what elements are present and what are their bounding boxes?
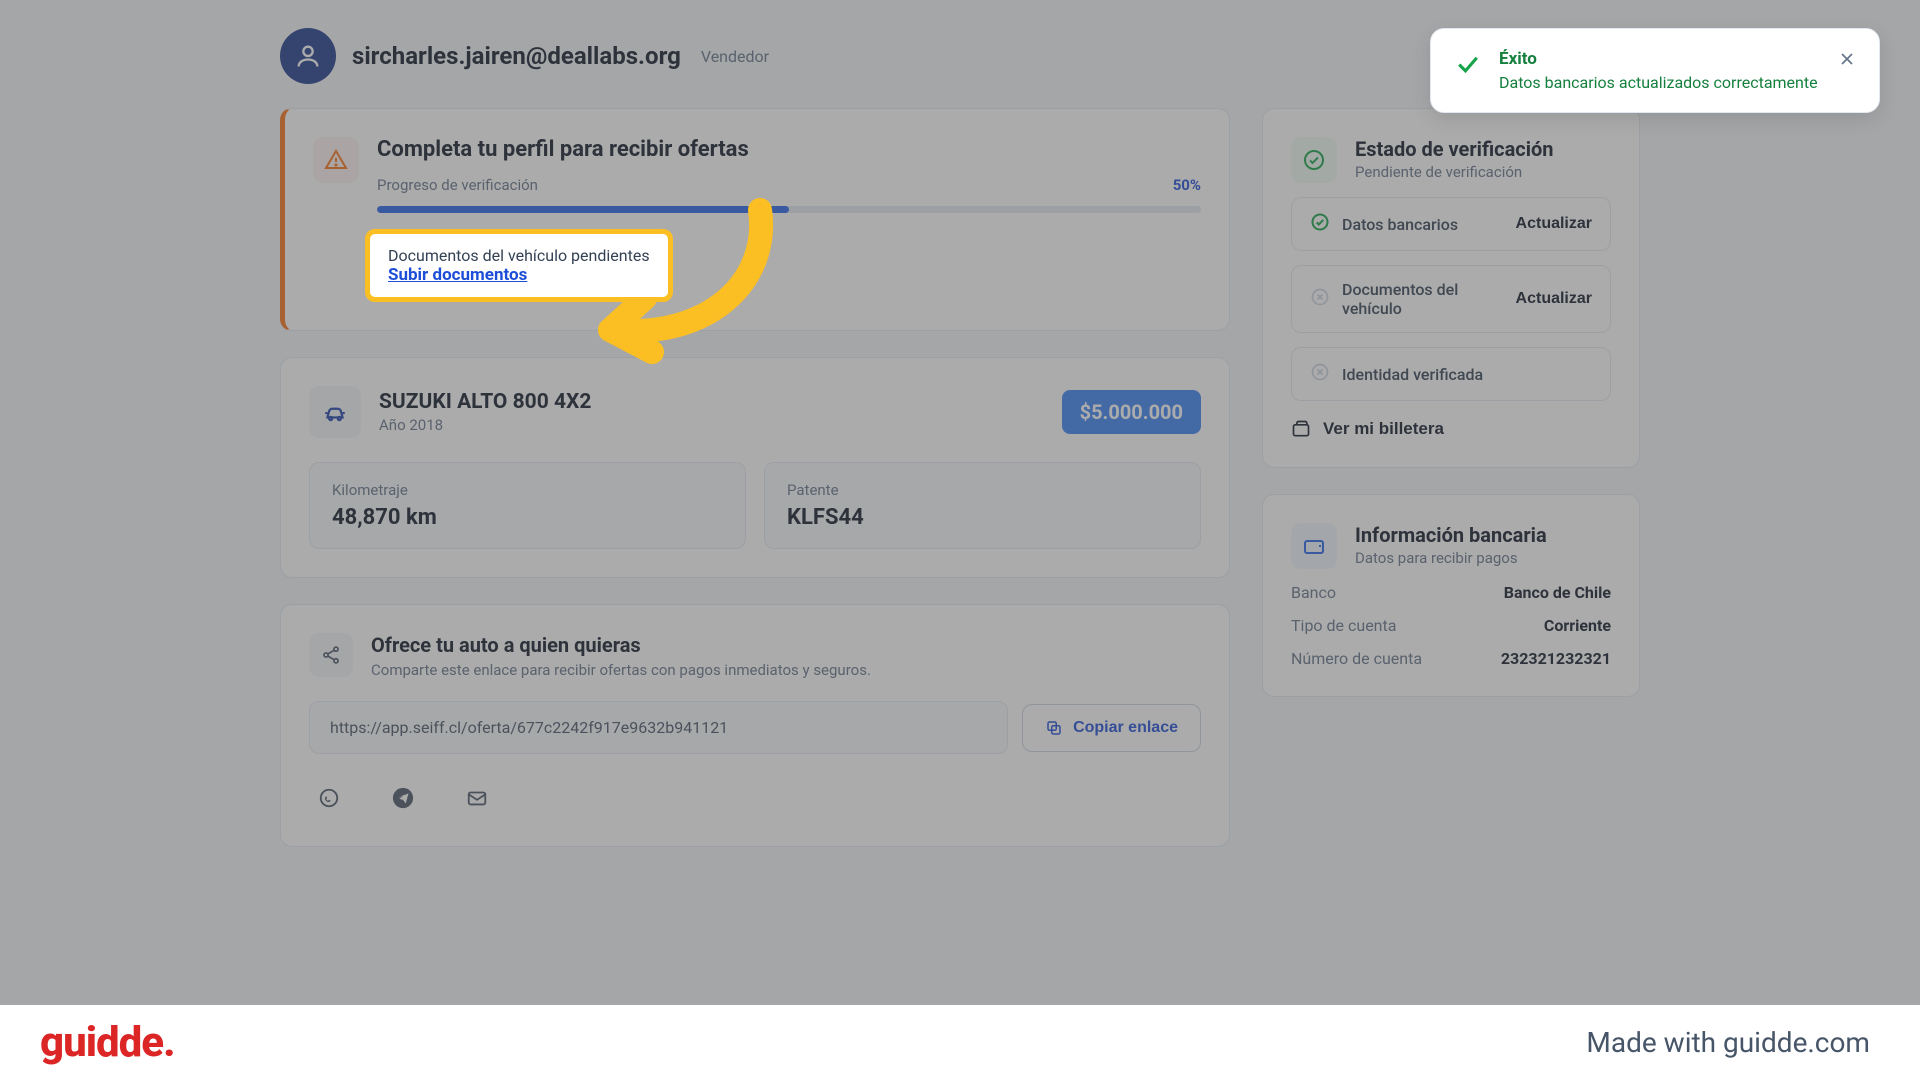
copy-link-button[interactable]: Copiar enlace	[1022, 704, 1201, 752]
bank-label: Tipo de cuenta	[1291, 616, 1396, 635]
footer-made-with: Made with guidde.com	[1586, 1026, 1870, 1059]
header-role: Vendedor	[701, 47, 769, 66]
wallet-link[interactable]: Ver mi billetera	[1291, 419, 1444, 439]
copy-label: Copiar enlace	[1073, 719, 1178, 737]
stat-kilometraje: Kilometraje 48,870 km	[309, 462, 746, 549]
toast-close-button[interactable]	[1837, 49, 1857, 72]
verification-item-label: Datos bancarios	[1342, 215, 1458, 234]
toast-message: Datos bancarios actualizados correctamen…	[1499, 73, 1821, 92]
update-button[interactable]: Actualizar	[1516, 215, 1592, 233]
bank-value: Banco de Chile	[1504, 583, 1611, 602]
toast-title: Éxito	[1499, 49, 1821, 69]
progress-pct: 50%	[1173, 176, 1201, 194]
verification-subtitle: Pendiente de verificación	[1355, 163, 1554, 181]
bank-row: Banco Banco de Chile	[1291, 583, 1611, 602]
bank-value: 232321232321	[1501, 649, 1611, 668]
close-icon	[1837, 49, 1857, 69]
share-icon	[309, 633, 353, 677]
bank-label: Número de cuenta	[1291, 649, 1422, 668]
circle-x-icon	[1310, 362, 1330, 386]
bank-value: Corriente	[1544, 616, 1611, 635]
wallet-label: Ver mi billetera	[1323, 419, 1444, 439]
circle-x-icon	[1310, 287, 1330, 311]
bank-info-card: Información bancaria Datos para recibir …	[1262, 494, 1640, 697]
progress-bar	[377, 206, 1201, 213]
verification-item-label: Identidad verificada	[1342, 365, 1483, 384]
email-icon[interactable]	[457, 778, 497, 818]
progress-fill	[377, 206, 789, 213]
bank-label: Banco	[1291, 583, 1336, 602]
verification-card: Estado de verificación Pendiente de veri…	[1262, 108, 1640, 468]
stat-patente: Patente KLFS44	[764, 462, 1201, 549]
verification-item: Identidad verificada	[1291, 347, 1611, 401]
success-toast: Éxito Datos bancarios actualizados corre…	[1430, 28, 1880, 113]
upload-highlight: Documentos del vehículo pendientes Subir…	[365, 229, 673, 302]
stat-label: Patente	[787, 481, 1178, 499]
stat-value: 48,870 km	[332, 505, 723, 530]
vehicle-card: SUZUKI ALTO 800 4X2 Año 2018 $5.000.000 …	[280, 357, 1230, 578]
footer: guidde. Made with guidde.com	[0, 1005, 1920, 1080]
pending-text: Documentos del vehículo pendientes	[388, 246, 650, 265]
verification-item-label: Documentos del vehículo	[1342, 280, 1516, 318]
shield-check-icon	[1291, 137, 1337, 183]
wallet-icon	[1291, 419, 1311, 439]
check-circle-icon	[1310, 212, 1330, 236]
price-badge: $5.000.000	[1062, 390, 1201, 434]
copy-icon	[1045, 719, 1063, 737]
guidde-logo: guidde.	[40, 1018, 175, 1067]
update-button[interactable]: Actualizar	[1516, 290, 1592, 308]
verification-item: Documentos del vehículo Actualizar	[1291, 265, 1611, 333]
share-url[interactable]: https://app.seiff.cl/oferta/677c2242f917…	[309, 701, 1008, 754]
share-subtitle: Comparte este enlace para recibir oferta…	[371, 661, 871, 679]
share-card: Ofrece tu auto a quien quieras Comparte …	[280, 604, 1230, 847]
car-icon	[309, 386, 361, 438]
whatsapp-icon[interactable]	[309, 778, 349, 818]
verification-item: Datos bancarios Actualizar	[1291, 197, 1611, 251]
bank-row: Tipo de cuenta Corriente	[1291, 616, 1611, 635]
telegram-icon[interactable]	[383, 778, 423, 818]
user-icon	[294, 42, 322, 70]
wallet-icon	[1291, 523, 1337, 569]
vehicle-title: SUZUKI ALTO 800 4X2	[379, 390, 591, 414]
stat-label: Kilometraje	[332, 481, 723, 499]
verification-title: Estado de verificación	[1355, 137, 1554, 161]
vehicle-subtitle: Año 2018	[379, 416, 591, 434]
warning-icon	[313, 137, 359, 183]
bank-row: Número de cuenta 232321232321	[1291, 649, 1611, 668]
avatar	[280, 28, 336, 84]
bank-title: Información bancaria	[1355, 523, 1547, 547]
profile-completion-card: Completa tu perfil para recibir ofertas …	[280, 108, 1230, 331]
share-title: Ofrece tu auto a quien quieras	[371, 633, 871, 657]
bank-subtitle: Datos para recibir pagos	[1355, 549, 1547, 567]
profile-title: Completa tu perfil para recibir ofertas	[377, 137, 1201, 162]
progress-label: Progreso de verificación	[377, 176, 538, 194]
upload-documents-link[interactable]: Subir documentos	[388, 265, 527, 285]
check-icon	[1453, 49, 1483, 83]
stat-value: KLFS44	[787, 505, 1178, 530]
header-email: sircharles.jairen@deallabs.org	[352, 42, 681, 70]
